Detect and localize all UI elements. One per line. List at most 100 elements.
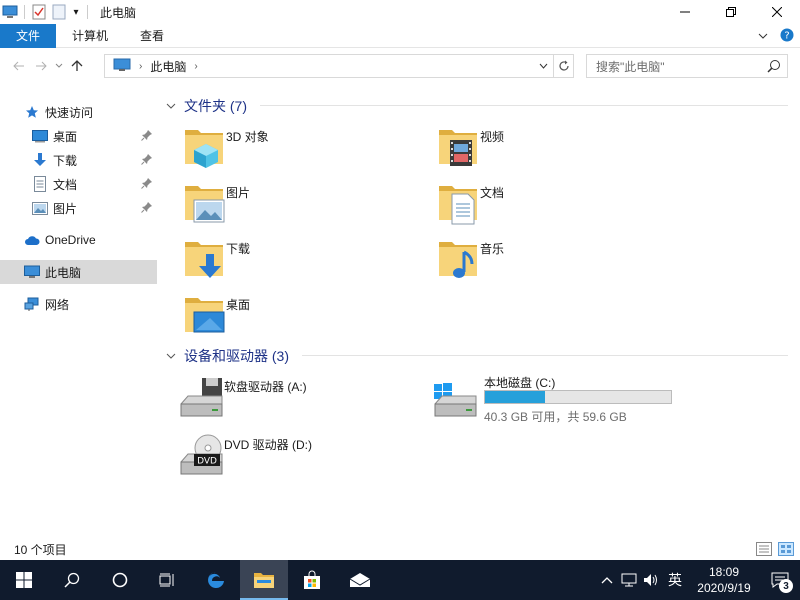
address-bar[interactable]: › 此电脑 › xyxy=(104,54,574,78)
tab-computer[interactable]: 计算机 xyxy=(56,24,124,48)
folder-desktop-icon xyxy=(180,290,228,338)
disk-usage-fill xyxy=(485,391,545,403)
breadcrumb: › 此电脑 › xyxy=(113,58,198,75)
title-bar: ▾ 此电脑 xyxy=(0,0,800,24)
taskbar-store[interactable] xyxy=(288,560,336,600)
document-icon xyxy=(32,176,48,192)
drive-floppy-a[interactable]: 软盘驱动器 (A:) xyxy=(178,374,418,426)
pin-icon xyxy=(141,129,153,141)
taskbar-mail[interactable] xyxy=(336,560,384,600)
sidebar-item-label: OneDrive xyxy=(45,233,96,247)
sidebar-item-quick-access[interactable]: 快速访问 xyxy=(0,100,157,124)
file-explorer-icon xyxy=(254,573,274,588)
sidebar-item-desktop[interactable]: 桌面 xyxy=(0,124,157,148)
pin-icon xyxy=(141,177,153,189)
folder-desktop[interactable]: 桌面 xyxy=(180,290,420,342)
ribbon-right-controls: ? xyxy=(758,24,794,48)
close-button[interactable] xyxy=(754,0,800,24)
sidebar-item-label: 快速访问 xyxy=(45,105,94,120)
chevron-right-icon[interactable]: › xyxy=(139,61,142,72)
recent-locations-button[interactable] xyxy=(52,54,66,78)
picture-icon xyxy=(32,200,48,216)
large-icons-view-icon[interactable] xyxy=(778,542,794,559)
search-placeholder: 搜索"此电脑" xyxy=(596,59,665,74)
group-title: 设备和驱动器 (3) xyxy=(184,348,289,364)
back-button[interactable] xyxy=(8,54,30,78)
taskbar-edge[interactable] xyxy=(192,560,240,600)
forward-button[interactable] xyxy=(30,54,52,78)
folder-label: 桌面 xyxy=(226,298,251,312)
dvd-logo-text: DVD xyxy=(197,457,217,467)
clock-date: 2020/9/19 xyxy=(697,581,751,595)
expand-ribbon-icon[interactable] xyxy=(758,29,768,43)
volume-icon[interactable] xyxy=(640,560,662,600)
help-icon[interactable]: ? xyxy=(780,28,794,45)
tab-view[interactable]: 查看 xyxy=(124,24,180,48)
network-status-icon[interactable] xyxy=(618,560,640,600)
sidebar-item-label: 文档 xyxy=(53,177,78,192)
group-divider xyxy=(260,105,788,106)
drive-label: 本地磁盘 (C:) xyxy=(484,376,556,390)
sidebar-item-pictures[interactable]: 图片 xyxy=(0,196,157,220)
computer-icon xyxy=(24,264,40,280)
folder-3d-objects[interactable]: 3D 对象 xyxy=(180,122,420,174)
dvd-drive-icon: DVD xyxy=(178,432,226,480)
folder-pictures[interactable]: 图片 xyxy=(180,178,420,230)
properties-icon[interactable] xyxy=(29,2,49,22)
input-method-indicator[interactable]: 英 xyxy=(662,560,688,600)
navigation-bar: › 此电脑 › 搜索"此电脑" xyxy=(0,52,800,80)
group-header-devices[interactable]: 设备和驱动器 (3) xyxy=(166,346,289,366)
sidebar-item-documents[interactable]: 文档 xyxy=(0,172,157,196)
group-header-folders[interactable]: 文件夹 (7) xyxy=(166,96,247,116)
sidebar-item-label: 下载 xyxy=(53,153,78,168)
folder-music[interactable]: 音乐 xyxy=(434,234,674,286)
sidebar-item-onedrive[interactable]: OneDrive xyxy=(0,228,157,252)
notification-count-badge: 3 xyxy=(779,579,793,593)
svg-text:?: ? xyxy=(784,30,789,41)
view-switcher xyxy=(756,542,794,559)
new-folder-icon[interactable] xyxy=(49,2,69,22)
cortana-button[interactable] xyxy=(96,560,144,600)
clock[interactable]: 18:09 2020/9/19 xyxy=(688,564,760,596)
desktop-icon xyxy=(32,128,48,144)
folder-documents[interactable]: 文档 xyxy=(434,178,674,230)
restore-button[interactable] xyxy=(708,0,754,24)
collapse-chevron-icon[interactable] xyxy=(166,101,180,112)
refresh-button[interactable] xyxy=(553,55,573,77)
disk-usage-bar xyxy=(484,390,672,404)
action-center-button[interactable]: 3 xyxy=(760,560,800,600)
drive-label: DVD 驱动器 (D:) xyxy=(224,438,312,452)
up-button[interactable] xyxy=(66,54,88,78)
sidebar-item-network[interactable]: 网络 xyxy=(0,292,157,316)
tab-file[interactable]: 文件 xyxy=(0,23,56,48)
quick-access-toolbar: ▾ xyxy=(0,0,92,24)
collapse-chevron-icon[interactable] xyxy=(166,351,180,362)
window-title: 此电脑 xyxy=(100,5,137,20)
windows-logo-icon xyxy=(16,572,32,588)
sidebar-item-downloads[interactable]: 下载 xyxy=(0,148,157,172)
mail-icon xyxy=(349,573,371,587)
pin-icon xyxy=(141,153,153,165)
folder-videos[interactable]: 视频 xyxy=(434,122,674,174)
taskbar: 英 18:09 2020/9/19 3 xyxy=(0,560,800,600)
folder-label: 视频 xyxy=(480,130,505,144)
show-hidden-icons-chevron-icon[interactable] xyxy=(596,560,618,600)
drive-dvd-d[interactable]: DVD DVD 驱动器 (D:) xyxy=(178,432,418,484)
search-icon[interactable] xyxy=(767,59,781,76)
search-button[interactable] xyxy=(48,560,96,600)
start-button[interactable] xyxy=(0,560,48,600)
task-view-button[interactable] xyxy=(144,560,192,600)
group-title: 文件夹 (7) xyxy=(184,98,247,114)
minimize-button[interactable] xyxy=(662,0,708,24)
taskbar-file-explorer[interactable] xyxy=(240,560,288,600)
chevron-right-icon[interactable]: › xyxy=(194,61,197,72)
computer-icon xyxy=(113,58,131,75)
address-history-dropdown[interactable] xyxy=(535,55,551,77)
breadcrumb-this-pc[interactable]: 此电脑 xyxy=(150,58,186,75)
navigation-pane: 快速访问 桌面 下载 文档 图片 OneDrive 此电脑 网络 xyxy=(0,90,157,540)
details-view-icon[interactable] xyxy=(756,542,772,559)
customize-toolbar-dropdown[interactable]: ▾ xyxy=(69,2,83,22)
folder-downloads[interactable]: 下载 xyxy=(180,234,420,286)
sidebar-item-this-pc[interactable]: 此电脑 xyxy=(0,260,157,284)
search-input[interactable]: 搜索"此电脑" xyxy=(586,54,788,78)
